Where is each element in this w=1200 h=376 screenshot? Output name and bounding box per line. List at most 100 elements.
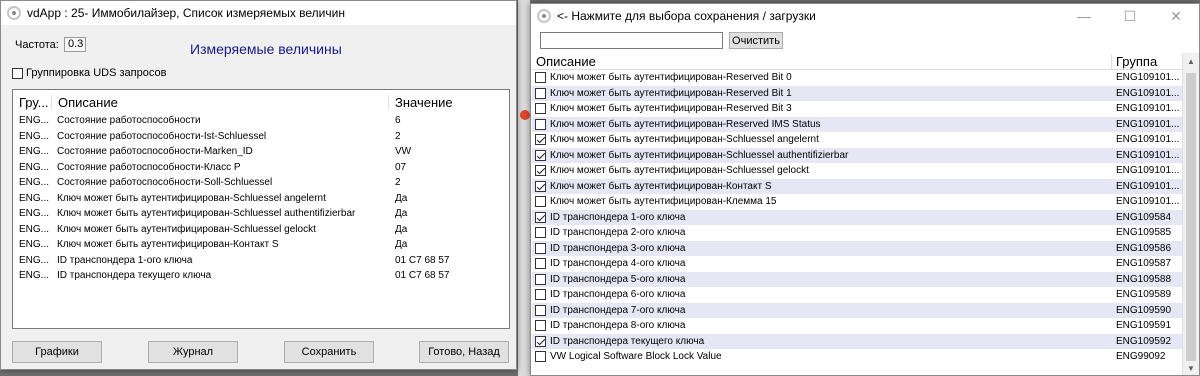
scroll-up-icon[interactable]: ▲ — [1183, 53, 1199, 70]
item-checkbox[interactable] — [535, 227, 546, 239]
close-icon[interactable]: ✕ — [1153, 4, 1199, 28]
list-item[interactable]: Ключ может быть аутентифицирован-Schlues… — [532, 147, 1183, 163]
item-checkbox[interactable] — [535, 87, 546, 99]
item-group: ENG109584 — [1116, 211, 1172, 223]
table-row[interactable]: ENG... Ключ может быть аутентифицирован-К… — [13, 237, 509, 253]
list-item[interactable]: Ключ может быть аутентифицирован-Reserve… — [532, 85, 1183, 101]
table-row[interactable]: ENG... Состояние работоспособности-Класс … — [13, 160, 509, 176]
table-row[interactable]: ENG... ID транспондера 1-ого ключа 01 C7 6… — [13, 253, 509, 269]
item-description: Ключ может быть аутентифицирован-Reserve… — [550, 72, 792, 84]
parameter-rows: Ключ может быть аутентифицирован-Reserve… — [532, 70, 1183, 365]
list-item[interactable]: Ключ может быть аутентифицирован-Reserve… — [532, 70, 1183, 86]
item-checkbox[interactable] — [535, 196, 546, 208]
item-checkbox[interactable] — [535, 72, 546, 84]
save-button[interactable]: Сохранить — [284, 341, 374, 363]
table-row[interactable]: ENG... Ключ может быть аутентифицирован-S… — [13, 206, 509, 222]
item-group: ENG109592 — [1116, 335, 1172, 347]
list-item[interactable]: ID транспондера 1-ого ключа ENG109584 — [532, 209, 1183, 225]
list-item[interactable]: ID транспондера 4-ого ключа ENG109587 — [532, 256, 1183, 272]
item-checkbox[interactable] — [535, 211, 546, 223]
table-row[interactable]: ENG... Состояние работоспособности-Ist-Sc… — [13, 129, 509, 145]
item-checkbox[interactable] — [535, 149, 546, 161]
item-checkbox[interactable] — [535, 118, 546, 130]
list-item[interactable]: Ключ может быть аутентифицирован-Клемма … — [532, 194, 1183, 210]
row-value-cell: Да — [395, 208, 408, 220]
item-description-cell: Ключ может быть аутентифицирован-Schlues… — [532, 134, 1111, 146]
minimize-icon[interactable]: — — [1061, 4, 1107, 28]
item-checkbox[interactable] — [535, 165, 546, 177]
row-group-cell: ENG... — [19, 115, 50, 127]
item-checkbox[interactable] — [535, 273, 546, 285]
row-description-cell: Состояние работоспособности — [57, 115, 201, 127]
search-input[interactable] — [540, 32, 723, 49]
item-description: ID транспондера 5-ого ключа — [550, 273, 686, 285]
column-header-value[interactable]: Значение — [388, 95, 453, 110]
parameter-list[interactable]: Описание Группа Ключ может быть аутентиф… — [532, 53, 1183, 365]
item-checkbox[interactable] — [535, 180, 546, 192]
item-checkbox[interactable] — [535, 304, 546, 316]
table-row[interactable]: ENG... Состояние работоспособности 6 — [13, 113, 509, 129]
list-item[interactable]: Ключ может быть аутентифицирован-Schlues… — [532, 163, 1183, 179]
item-checkbox[interactable] — [535, 351, 546, 363]
vertical-scrollbar[interactable]: ▲ ▼ — [1182, 53, 1199, 375]
list-item[interactable]: ID транспондера 7-ого ключа ENG109590 — [532, 302, 1183, 318]
item-checkbox[interactable] — [535, 320, 546, 332]
uds-grouping-checkbox-row[interactable]: Группировка UDS запросов — [12, 67, 166, 79]
titlebar-right[interactable]: <- Нажмите для выбора сохранения / загру… — [531, 4, 1199, 28]
row-value-cell: 01 C7 68 57 — [395, 254, 450, 266]
list-item[interactable]: ID транспондера 2-ого ключа ENG109585 — [532, 225, 1183, 241]
row-value-cell: 2 — [395, 177, 401, 189]
list-item[interactable]: ID транспондера 3-ого ключа ENG109586 — [532, 240, 1183, 256]
graphs-button[interactable]: Графики — [12, 341, 102, 363]
uds-grouping-checkbox[interactable] — [12, 67, 23, 79]
column-header-description[interactable]: Описание — [532, 54, 1111, 69]
clear-button[interactable]: Очистить — [729, 32, 783, 49]
item-checkbox[interactable] — [535, 134, 546, 146]
scroll-down-icon[interactable]: ▼ — [1183, 360, 1199, 375]
row-group-cell: ENG... — [19, 130, 50, 142]
row-description-cell: ID транспондера 1-ого ключа — [57, 254, 193, 266]
table-row[interactable]: ENG... Ключ может быть аутентифицирован-S… — [13, 222, 509, 238]
list-item[interactable]: VW Logical Software Block Lock Value ENG9… — [532, 349, 1183, 365]
item-group: ENG109101... — [1116, 165, 1180, 177]
column-header-group[interactable]: Группа — [1111, 53, 1157, 69]
list-item[interactable]: ID транспондера 5-ого ключа ENG109588 — [532, 271, 1183, 287]
item-description-cell: ID транспондера 8-ого ключа — [532, 320, 1111, 332]
list-item[interactable]: ID транспондера 8-ого ключа ENG109591 — [532, 318, 1183, 334]
done-back-button[interactable]: Готово, Назад — [419, 341, 509, 363]
list-item[interactable]: ID транспондера 6-ого ключа ENG109589 — [532, 287, 1183, 303]
maximize-icon[interactable]: ☐ — [1107, 4, 1153, 28]
item-description-cell: ID транспондера текущего ключа — [532, 335, 1111, 347]
scroll-thumb[interactable] — [1186, 73, 1196, 361]
titlebar[interactable]: vdApp : 25- Иммобилайзер, Список измеряе… — [1, 1, 516, 25]
column-header-description[interactable]: Описание — [51, 95, 388, 110]
item-description-cell: ID транспондера 3-ого ключа — [532, 242, 1111, 254]
item-checkbox[interactable] — [535, 289, 546, 301]
list-item[interactable]: Ключ может быть аутентифицирован-Schlues… — [532, 132, 1183, 148]
table-row[interactable]: ENG... Состояние работоспособности-Marken… — [13, 144, 509, 160]
list-item[interactable]: Ключ может быть аутентифицирован-Контакт… — [532, 178, 1183, 194]
row-value-cell: 01 C7 68 57 — [395, 270, 450, 282]
table-row[interactable]: ENG... Состояние работоспособности-Soll-S… — [13, 175, 509, 191]
item-checkbox[interactable] — [535, 335, 546, 347]
app-icon — [7, 6, 21, 20]
column-header-group[interactable]: Гру... — [13, 95, 51, 110]
item-description-cell: Ключ может быть аутентифицирован-Контакт… — [532, 180, 1111, 192]
measured-values-list[interactable]: Гру... Описание Значение ENG... Состояние… — [12, 89, 510, 329]
list-item[interactable]: ID транспондера текущего ключа ENG109592 — [532, 333, 1183, 349]
row-description-cell: Ключ может быть аутентифицирован-Schlues… — [57, 223, 316, 235]
item-description-cell: Ключ может быть аутентифицирован-Reserve… — [532, 72, 1111, 84]
table-row[interactable]: ENG... Ключ может быть аутентифицирован-S… — [13, 191, 509, 207]
save-load-icon[interactable] — [537, 9, 551, 23]
item-checkbox[interactable] — [535, 258, 546, 270]
row-value-cell: VW — [395, 146, 412, 158]
item-description: Ключ может быть аутентифицирован-Reserve… — [550, 118, 821, 130]
item-description-cell: Ключ может быть аутентифицирован-Schlues… — [532, 149, 1111, 161]
journal-button[interactable]: Журнал — [148, 341, 238, 363]
list-item[interactable]: Ключ может быть аутентифицирован-Reserve… — [532, 101, 1183, 117]
item-checkbox[interactable] — [535, 103, 546, 115]
row-value-cell: Да — [395, 223, 408, 235]
list-item[interactable]: Ключ может быть аутентифицирован-Reserve… — [532, 116, 1183, 132]
table-row[interactable]: ENG... ID транспондера текущего ключа 01 C… — [13, 268, 509, 284]
item-checkbox[interactable] — [535, 242, 546, 254]
